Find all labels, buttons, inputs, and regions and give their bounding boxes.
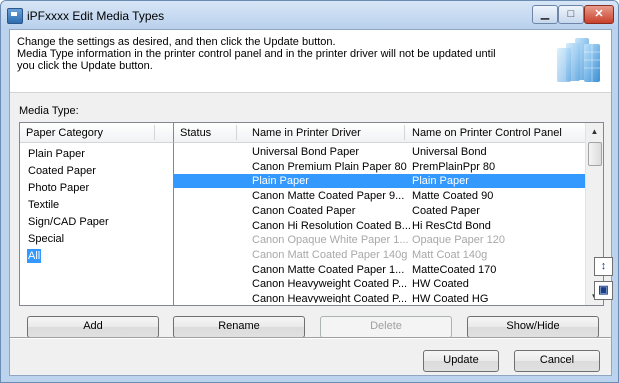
category-textile[interactable]: Textile bbox=[27, 198, 60, 212]
table-row[interactable]: Plain Paper Plain Paper bbox=[174, 174, 586, 189]
row-driver-name: Canon Opaque White Paper 1... bbox=[252, 234, 409, 247]
vertical-scrollbar[interactable]: ▲ ▼ bbox=[585, 123, 603, 305]
media-table-header: Status Name in Printer Driver Name on Pr… bbox=[174, 123, 586, 143]
row-driver-name: Canon Premium Plain Paper 80 bbox=[252, 160, 407, 173]
table-row[interactable]: Canon Heavyweight Coated P... HW Coated bbox=[174, 277, 586, 291]
row-driver-name: Universal Bond Paper bbox=[252, 146, 360, 158]
instruction-text: Change the settings as desired, and then… bbox=[17, 36, 517, 72]
category-plain-paper[interactable]: Plain Paper bbox=[27, 147, 86, 161]
scroll-up-icon[interactable]: ▲ bbox=[586, 123, 603, 140]
dialog-content: Change the settings as desired, and then… bbox=[9, 29, 613, 376]
header-separator bbox=[154, 125, 155, 140]
row-driver-name: Plain Paper bbox=[252, 175, 309, 188]
category-sign-cad-paper[interactable]: Sign/CAD Paper bbox=[27, 215, 110, 229]
add-button[interactable]: Add bbox=[27, 316, 159, 338]
row-panel-name: Coated Paper bbox=[412, 204, 480, 217]
table-row[interactable]: Canon Hi Resolution Coated B... Hi ResCtd… bbox=[174, 219, 586, 233]
edit-media-types-window: iPFxxxx Edit Media Types ▁ □ ✕ Change th… bbox=[0, 0, 619, 383]
row-driver-name: Canon Heavyweight Coated P... bbox=[252, 278, 408, 291]
app-icon bbox=[7, 8, 23, 24]
paper-category-list[interactable]: Plain Paper Coated Paper Photo Paper Tex… bbox=[20, 143, 174, 305]
row-driver-name: Canon Matt Coated Paper 140g bbox=[252, 248, 408, 261]
row-panel-name: HW Coated HG bbox=[412, 293, 489, 303]
column-driver-name[interactable]: Name in Printer Driver bbox=[252, 127, 361, 139]
row-panel-name: Hi ResCtd Bond bbox=[412, 219, 491, 232]
instruction-header: Change the settings as desired, and then… bbox=[10, 30, 611, 93]
category-special[interactable]: Special bbox=[27, 232, 65, 246]
table-row[interactable]: Canon Heavyweight Coated P... HW Coated H… bbox=[174, 292, 586, 303]
delete-button[interactable]: Delete bbox=[320, 316, 452, 338]
row-driver-name: Canon Matte Coated Paper 1... bbox=[252, 263, 405, 276]
show-hide-button[interactable]: Show/Hide bbox=[467, 316, 599, 338]
update-button[interactable]: Update bbox=[423, 350, 499, 372]
category-photo-paper[interactable]: Photo Paper bbox=[27, 181, 90, 195]
media-type-panel: Paper Category Plain Paper Coated Paper … bbox=[19, 122, 604, 306]
maximize-button[interactable]: □ bbox=[558, 5, 584, 24]
table-row[interactable]: Canon Premium Plain Paper 80 PremPlainPpr… bbox=[174, 160, 586, 174]
sort-order-button[interactable]: ↕ bbox=[594, 257, 613, 276]
row-driver-name: Canon Heavyweight Coated P... bbox=[252, 293, 408, 303]
close-button[interactable]: ✕ bbox=[584, 5, 614, 24]
window-title: iPFxxxx Edit Media Types bbox=[27, 9, 165, 23]
row-driver-name: Canon Coated Paper bbox=[252, 204, 356, 217]
row-panel-name: Universal Bond bbox=[412, 146, 487, 158]
instruction-line-2: Media Type information in the printer co… bbox=[17, 48, 496, 60]
rename-button[interactable]: Rename bbox=[173, 316, 305, 338]
row-panel-name: Matte Coated 90 bbox=[412, 190, 494, 203]
column-status[interactable]: Status bbox=[180, 127, 211, 139]
row-panel-name: Matt Coat 140g bbox=[412, 248, 488, 261]
footer-divider bbox=[10, 337, 611, 339]
row-panel-name: HW Coated bbox=[412, 278, 469, 291]
row-driver-name: Canon Hi Resolution Coated B... bbox=[252, 219, 411, 232]
row-driver-name: Canon Matte Coated Paper 9... bbox=[252, 190, 405, 203]
row-panel-name: MatteCoated 170 bbox=[412, 263, 497, 276]
table-row[interactable]: Canon Coated Paper Coated Paper bbox=[174, 204, 586, 218]
page-settings-button[interactable]: ▣ bbox=[594, 281, 613, 300]
row-panel-name: PremPlainPpr 80 bbox=[412, 160, 496, 173]
table-row[interactable]: Canon Matte Coated Paper 9... Matte Coate… bbox=[174, 189, 586, 203]
media-stack-icon bbox=[557, 38, 600, 82]
row-panel-name: Plain Paper bbox=[412, 175, 469, 188]
paper-category-header-label: Paper Category bbox=[26, 127, 104, 139]
paper-category-header[interactable]: Paper Category bbox=[20, 123, 174, 143]
minimize-button[interactable]: ▁ bbox=[532, 5, 558, 24]
sort-icon: ↕ bbox=[600, 260, 607, 272]
column-separator bbox=[236, 125, 237, 140]
table-row[interactable]: Canon Matte Coated Paper 1... MatteCoated… bbox=[174, 263, 586, 277]
column-panel-name[interactable]: Name on Printer Control Panel bbox=[412, 127, 562, 139]
media-table-body[interactable]: Universal Bond Paper Universal Bond Canon … bbox=[174, 143, 586, 303]
media-type-label: Media Type: bbox=[19, 105, 79, 117]
title-bar[interactable]: iPFxxxx Edit Media Types ▁ □ ✕ bbox=[1, 1, 618, 29]
table-row[interactable]: Canon Matt Coated Paper 140g Matt Coat 14… bbox=[174, 248, 586, 262]
table-row[interactable]: Canon Opaque White Paper 1... Opaque Pape… bbox=[174, 233, 586, 247]
instruction-line-3: you click the Update button. bbox=[17, 60, 153, 72]
category-coated-paper[interactable]: Coated Paper bbox=[27, 164, 97, 178]
table-row[interactable]: Universal Bond Paper Universal Bond bbox=[174, 145, 586, 159]
cancel-button[interactable]: Cancel bbox=[514, 350, 600, 372]
category-all[interactable]: All bbox=[27, 249, 42, 263]
instruction-line-1: Change the settings as desired, and then… bbox=[17, 36, 336, 48]
scroll-thumb[interactable] bbox=[588, 142, 602, 166]
row-panel-name: Opaque Paper 120 bbox=[412, 234, 505, 247]
page-icon: ▣ bbox=[598, 284, 609, 296]
column-separator bbox=[404, 125, 405, 140]
